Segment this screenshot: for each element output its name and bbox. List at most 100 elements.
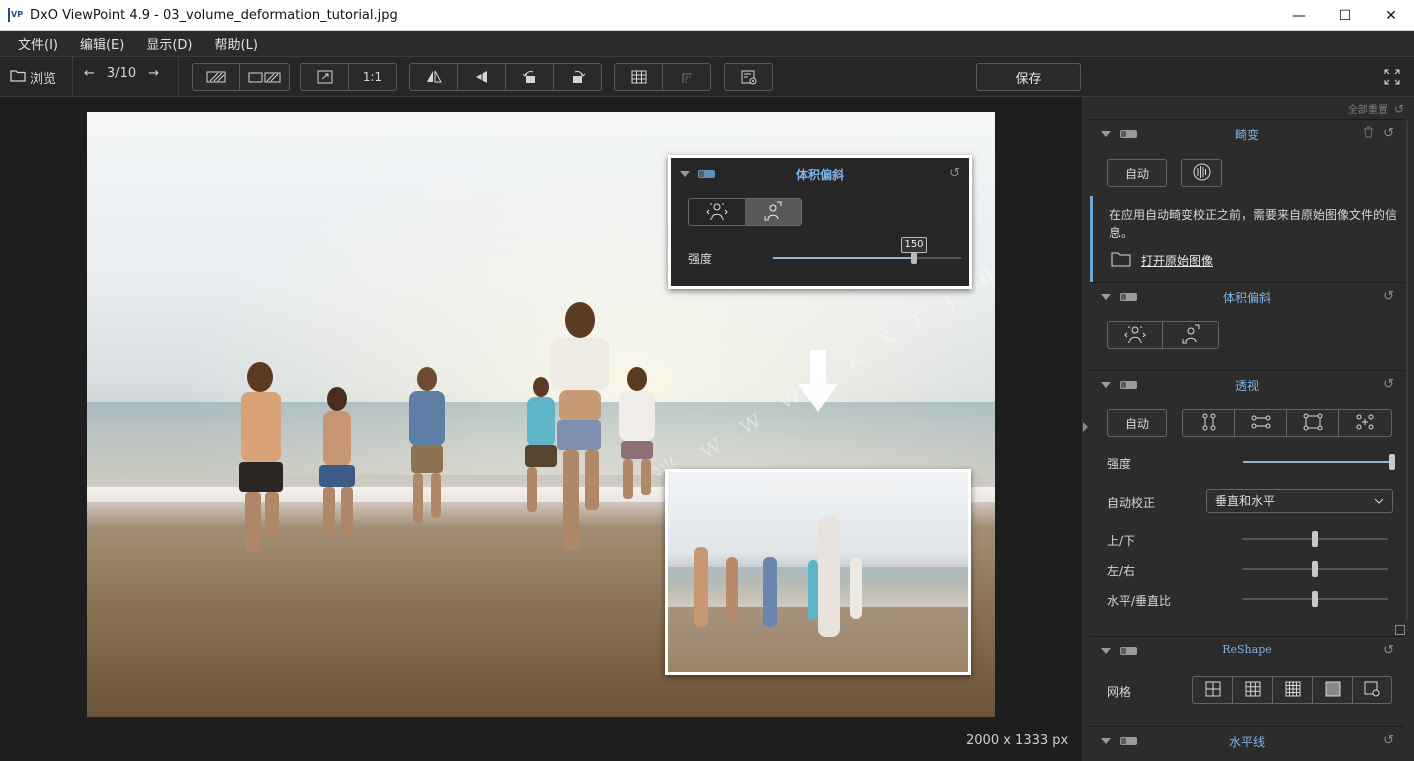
menu-help[interactable]: 帮助(L) (207, 34, 266, 53)
export-settings-button[interactable] (725, 64, 772, 90)
volume-diagonal-button[interactable] (1163, 322, 1218, 348)
image-dimensions: 2000 x 1333 px (966, 733, 1069, 748)
grid-3x3-button[interactable] (1233, 677, 1273, 703)
up-down-slider[interactable] (1242, 531, 1388, 547)
close-button[interactable]: ✕ (1368, 0, 1414, 31)
grid-dense-button[interactable] (1313, 677, 1353, 703)
folder-icon (10, 69, 26, 86)
menu-edit[interactable]: 编辑(E) (72, 34, 132, 53)
section-header[interactable]: 透视 ↺ (1090, 371, 1404, 399)
crop-guide-button[interactable] (663, 64, 710, 90)
slider-thumb[interactable] (1389, 454, 1395, 470)
flip-vertical-button[interactable] (458, 64, 506, 90)
rotate-right-button[interactable] (554, 64, 601, 90)
title-bar: VP DxO ViewPoint 4.9 - 03_volume_deforma… (0, 0, 1414, 31)
flip-horizontal-button[interactable] (410, 64, 458, 90)
rectangle-icon (1303, 413, 1323, 434)
perspective-auto-button[interactable]: 自动 (1107, 409, 1167, 437)
rotate-right-icon (569, 70, 587, 84)
perspective-mode-group (1182, 409, 1392, 437)
reset-all-label: 全部重置 (1347, 105, 1388, 116)
menu-view[interactable]: 显示(D) (138, 34, 200, 53)
rotate-left-button[interactable] (506, 64, 554, 90)
person-figure (607, 367, 667, 517)
previous-image-button[interactable]: ← (84, 66, 95, 81)
left-right-slider[interactable] (1242, 561, 1388, 577)
next-image-button[interactable]: → (148, 66, 159, 81)
person-diagonal-icon (762, 201, 784, 224)
menu-bar: 文件(I) 编辑(E) 显示(D) 帮助(L) (0, 31, 1414, 56)
grid-toggle-button[interactable] (615, 64, 663, 90)
vertical-lines-button[interactable] (1183, 410, 1235, 436)
split-view-icon (206, 70, 226, 84)
tutorial-panel-title: 体积偏斜 (795, 168, 844, 182)
tutorial-volume-panel: 体积偏斜 ↺ 强度 150 (668, 155, 972, 289)
undo-icon[interactable]: ↺ (1383, 126, 1394, 141)
grid-4x4-icon (1285, 681, 1301, 700)
before-after-button[interactable] (193, 64, 240, 90)
horizontal-lines-button[interactable] (1235, 410, 1287, 436)
undo-icon[interactable]: ↺ (1383, 377, 1394, 392)
auto-correct-value: 垂直和水平 (1215, 494, 1276, 508)
grid-settings-icon (1364, 681, 1380, 700)
fit-screen-icon (317, 70, 333, 84)
minimize-button[interactable]: — (1276, 0, 1322, 31)
eight-point-button[interactable] (1339, 410, 1391, 436)
collapse-all-icon[interactable] (1395, 625, 1405, 635)
save-button[interactable]: 保存 (976, 63, 1081, 91)
image-canvas[interactable]: 迷 w w w . x x r j m . c o m 体积偏斜 ↺ 强度 (0, 97, 1082, 761)
browse-button[interactable]: 浏览 (10, 65, 56, 89)
slider-thumb[interactable] (1312, 561, 1318, 577)
open-raw-link[interactable]: 打开原始图像 (1111, 251, 1213, 270)
toolbar-divider (178, 57, 179, 97)
section-header[interactable]: 体积偏斜 ↺ (1090, 283, 1404, 311)
slider-thumb[interactable] (1312, 591, 1318, 607)
trash-icon[interactable] (1363, 126, 1374, 141)
rectangle-button[interactable] (1287, 410, 1339, 436)
section-header[interactable]: ReShape ↺ (1090, 637, 1404, 665)
menu-file[interactable]: 文件(I) (10, 34, 66, 53)
toolbar: 浏览 ← 3/10 → 1:1 保存 (0, 56, 1414, 97)
distortion-auto-button[interactable]: 自动 (1107, 159, 1167, 187)
undo-icon[interactable]: ↺ (1383, 643, 1394, 658)
lens-profile-button[interactable] (1181, 159, 1222, 187)
chevron-down-icon (1374, 490, 1384, 519)
reshape-section: ReShape ↺ 网格 (1090, 636, 1404, 726)
panel-scrollbar[interactable] (1404, 121, 1410, 621)
section-header[interactable]: 水平线 ↺ (1090, 727, 1404, 755)
reset-all-button[interactable]: 全部重置 ↺ (1347, 101, 1404, 117)
lens-icon (1189, 162, 1215, 185)
undo-icon[interactable]: ↺ (1383, 733, 1394, 748)
beach-photo: 迷 w w w . x x r j m . c o m 体积偏斜 ↺ 强度 (87, 112, 995, 717)
tutorial-mode-buttons (688, 198, 802, 226)
maximize-button[interactable]: ☐ (1322, 0, 1368, 31)
eight-point-icon (1355, 413, 1375, 434)
grid-2x2-button[interactable] (1193, 677, 1233, 703)
volume-deformation-section: 体积偏斜 ↺ (1090, 282, 1404, 370)
volume-horizontal-button[interactable] (1108, 322, 1163, 348)
horizon-title: 水平线 (1228, 735, 1265, 749)
rotate-left-icon (521, 70, 539, 84)
grid-4x4-button[interactable] (1273, 677, 1313, 703)
volume-title: 体积偏斜 (1222, 291, 1271, 305)
grid-settings-button[interactable] (1353, 677, 1391, 703)
undo-icon[interactable]: ↺ (1383, 289, 1394, 304)
auto-correct-select[interactable]: 垂直和水平 (1206, 489, 1393, 513)
slider-thumb[interactable] (1312, 531, 1318, 547)
up-down-label: 上/下 (1107, 534, 1136, 548)
undo-icon: ↺ (1393, 101, 1404, 116)
perspective-title: 透视 (1234, 379, 1259, 393)
grid-2x2-icon (1205, 681, 1221, 700)
distortion-title: 畸变 (1234, 128, 1259, 142)
ratio-label: 水平/垂直比 (1107, 594, 1172, 608)
flip-horizontal-icon (425, 70, 443, 84)
section-header[interactable]: 畸变 ↺ (1090, 120, 1404, 148)
perspective-strength-slider[interactable] (1243, 454, 1395, 470)
collapse-panel-arrow-icon[interactable] (1083, 422, 1088, 432)
horizontal-lines-icon (1251, 414, 1271, 433)
ratio-slider[interactable] (1242, 591, 1388, 607)
side-by-side-button[interactable] (240, 64, 289, 90)
fit-to-screen-button[interactable] (301, 64, 349, 90)
fullscreen-button[interactable] (1384, 69, 1400, 88)
zoom-100-button[interactable]: 1:1 (349, 64, 396, 90)
